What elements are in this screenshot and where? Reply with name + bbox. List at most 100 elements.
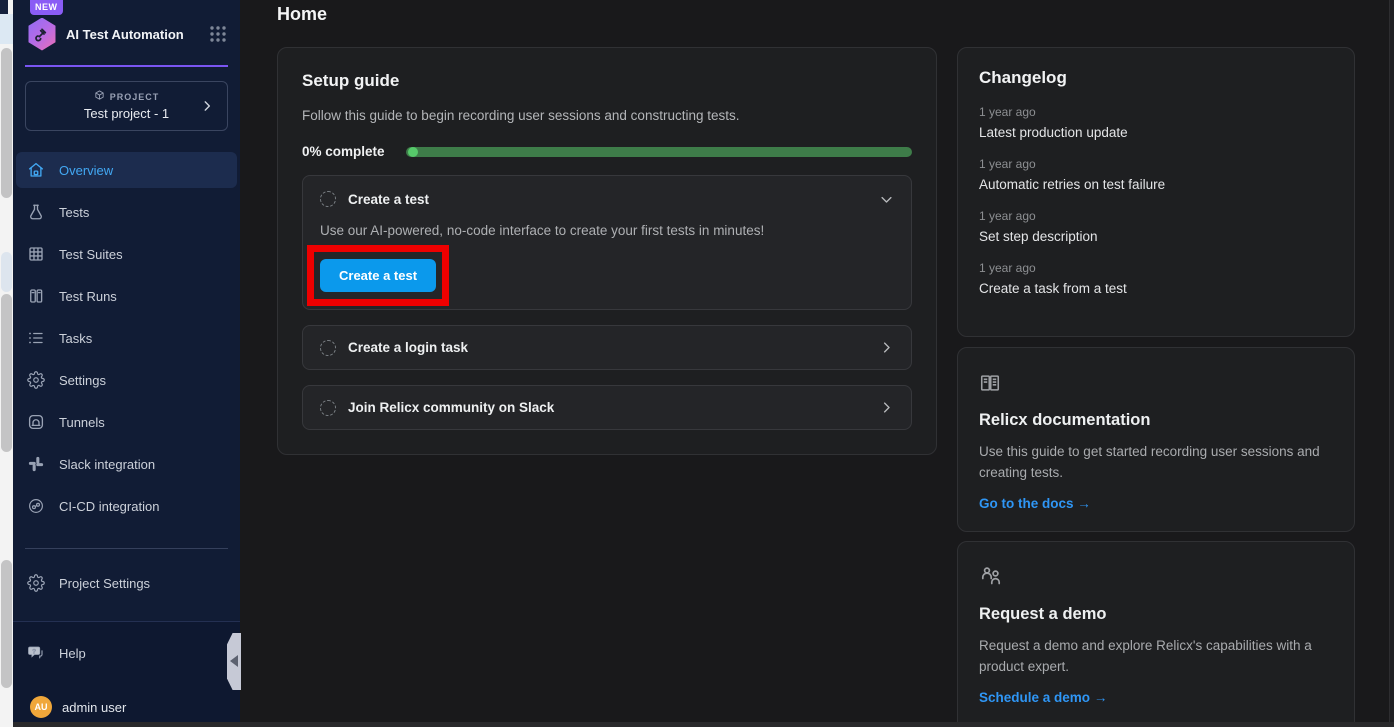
sidebar-item-test-suites[interactable]: Test Suites [16,236,237,272]
project-name: Test project - 1 [26,106,227,121]
app-title: AI Test Automation [66,27,209,42]
sidebar-item-tests[interactable]: Tests [16,194,237,230]
help-chat-icon: ? [27,644,45,662]
changelog-title: Changelog [979,68,1333,88]
tunnel-icon [27,413,45,431]
changelog-time: 1 year ago [979,105,1333,119]
changelog-time: 1 year ago [979,209,1333,223]
changelog-entry: 1 year ago Create a task from a test [979,261,1333,296]
setup-guide-title: Setup guide [302,71,912,91]
background-fragment [1,252,12,292]
user-avatar: AU [30,696,52,718]
demo-title: Request a demo [979,605,1333,624]
background-fragment [0,14,13,44]
changelog-entry: 1 year ago Latest production update [979,105,1333,140]
new-badge: NEW [30,0,63,15]
arrow-right-icon: → [1094,690,1108,705]
apps-grid-icon[interactable] [209,25,227,43]
incomplete-step-icon [320,340,336,356]
sidebar-menu: Overview Tests Test Suites Test Runs [16,152,237,524]
chevron-right-icon [879,400,894,415]
svg-text:?: ? [32,648,36,655]
user-menu[interactable]: AU admin user [30,696,126,718]
sidebar-item-overview[interactable]: Overview [16,152,237,188]
home-icon [27,161,45,179]
highlight-annotation: Create a test [307,245,449,306]
app-window: NEW AI Test Automation [0,0,1394,727]
chevron-right-icon [200,99,214,113]
step-title: Join Relicx community on Slack [348,400,879,415]
sidebar: NEW AI Test Automation [13,0,240,722]
sidebar-item-cicd-integration[interactable]: CI-CD integration [16,488,237,524]
setup-progress: 0% complete [302,144,912,159]
incomplete-step-icon [320,191,336,207]
step-description: Use our AI-powered, no-code interface to… [320,223,894,238]
flask-icon [27,203,45,221]
setup-guide-card: Setup guide Follow this guide to begin r… [277,47,937,455]
chevron-down-icon[interactable] [879,192,894,207]
changelog-card: Changelog 1 year ago Latest production u… [957,47,1355,337]
window-bottom-edge [13,722,1394,727]
documentation-title: Relicx documentation [979,411,1333,430]
background-scrollbar-fragment [1,560,12,688]
go-to-docs-link[interactable]: Go to the docs → [979,496,1333,511]
documentation-card: Relicx documentation Use this guide to g… [957,347,1355,532]
setup-guide-description: Follow this guide to begin recording use… [302,108,912,123]
background-scrollbar-fragment [1,48,12,198]
changelog-time: 1 year ago [979,261,1333,275]
grid-table-icon [27,245,45,263]
background-scrollbar-fragment [1,294,12,452]
ci-cd-icon [27,497,45,515]
brand-row: AI Test Automation [27,14,227,54]
setup-step-create-test[interactable]: Create a test Use our AI-powered, no-cod… [302,175,912,310]
setup-step-join-slack[interactable]: Join Relicx community on Slack [302,385,912,430]
columns-icon [27,287,45,305]
changelog-entry-title: Create a task from a test [979,281,1333,296]
documentation-description: Use this guide to get started recording … [979,441,1333,483]
sidebar-bottom-section: ? Help AU admin user [13,621,240,722]
scrollbar-track[interactable] [1389,0,1394,722]
user-name: admin user [62,700,126,715]
changelog-entry: 1 year ago Automatic retries on test fai… [979,157,1333,192]
brand-divider [25,65,228,67]
sidebar-item-slack-integration[interactable]: Slack integration [16,446,237,482]
changelog-entry-title: Set step description [979,229,1333,244]
step-title: Create a test [348,192,879,207]
demo-description: Request a demo and explore Relicx's capa… [979,635,1333,677]
create-a-test-button[interactable]: Create a test [320,259,436,292]
sidebar-collapse-handle[interactable] [227,633,241,690]
chevron-right-icon [879,340,894,355]
changelog-entry-title: Automatic retries on test failure [979,177,1333,192]
sidebar-item-tunnels[interactable]: Tunnels [16,404,237,440]
project-label: PROJECT [110,92,160,102]
gear-icon [27,574,45,592]
sidebar-item-help[interactable]: ? Help [16,635,216,671]
arrow-right-icon: → [1077,496,1091,511]
background-window-sliver [0,0,13,727]
schedule-demo-link[interactable]: Schedule a demo → [979,690,1333,705]
app-logo-icon [27,18,57,51]
sidebar-item-settings[interactable]: Settings [16,362,237,398]
gear-icon [27,371,45,389]
changelog-time: 1 year ago [979,157,1333,171]
progress-label: 0% complete [302,144,406,159]
book-icon [979,372,1333,399]
step-title: Create a login task [348,340,879,355]
progress-bar [406,147,912,157]
slack-icon [27,455,45,473]
progress-indicator [408,147,418,157]
page-title: Home [277,4,327,25]
sidebar-divider [25,548,228,549]
sidebar-item-test-runs[interactable]: Test Runs [16,278,237,314]
changelog-entry: 1 year ago Set step description [979,209,1333,244]
project-selector[interactable]: PROJECT Test project - 1 [25,81,228,131]
request-demo-card: Request a demo Request a demo and explor… [957,541,1355,727]
chevron-left-icon [230,655,238,667]
sidebar-item-project-settings[interactable]: Project Settings [16,565,237,601]
incomplete-step-icon [320,400,336,416]
changelog-entry-title: Latest production update [979,125,1333,140]
sidebar-item-tasks[interactable]: Tasks [16,320,237,356]
people-icon [979,564,1333,593]
setup-step-login-task[interactable]: Create a login task [302,325,912,370]
cube-icon [94,90,105,103]
